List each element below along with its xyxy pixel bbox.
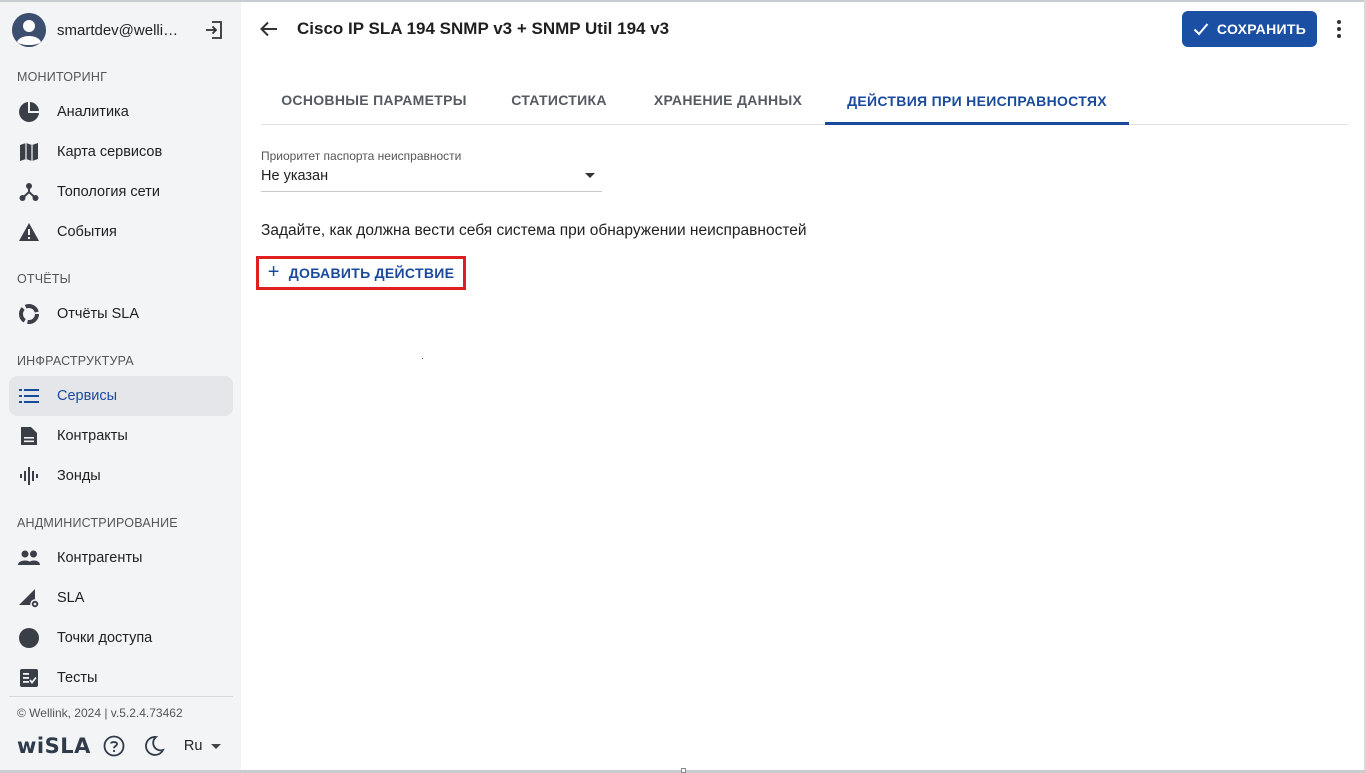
sidebar-footer: wiSLA Ru (17, 730, 227, 762)
user-profile[interactable]: smartdev@wellin... (0, 2, 241, 58)
tab-statistics[interactable]: СТАТИСТИКА (487, 76, 631, 124)
theme-toggle-button[interactable] (143, 735, 165, 757)
warning-icon (18, 221, 40, 243)
sidebar-item-label: Контрагенты (57, 550, 143, 566)
sidebar-item-counterparties[interactable]: Контрагенты (9, 538, 233, 578)
tab-basic-parameters[interactable]: ОСНОВНЫЕ ПАРАМЕТРЫ (261, 76, 487, 124)
sidebar-divider (9, 696, 233, 697)
logout-icon (206, 21, 222, 39)
plus-icon: + (267, 260, 280, 283)
sidebar: smartdev@wellin... МОНИТОРИНГ Аналитика … (0, 2, 241, 770)
logout-button[interactable] (203, 19, 225, 41)
list-icon (18, 385, 40, 407)
chevron-down-icon (211, 743, 222, 749)
donut-icon (18, 303, 40, 325)
pie-chart-icon (18, 101, 40, 123)
sidebar-item-sla[interactable]: SLA (9, 578, 233, 618)
checklist-icon (18, 667, 40, 689)
circle-icon (18, 627, 40, 649)
language-select[interactable]: Ru (184, 738, 222, 754)
sidebar-item-label: Аналитика (57, 104, 129, 120)
sidebar-item-label: Тесты (57, 670, 98, 686)
chevron-down-icon (585, 173, 595, 178)
section-title-infrastructure: ИНФРАСТРУКТУРА (17, 354, 134, 368)
waveform-icon (18, 465, 40, 487)
sidebar-item-probes[interactable]: Зонды (9, 456, 233, 496)
copyright-text: © Wellink, 2024 | v.5.2.4.73462 (17, 706, 183, 720)
stray-dot (422, 358, 423, 359)
map-icon (18, 141, 40, 163)
sidebar-item-service-map[interactable]: Карта сервисов (9, 132, 233, 172)
add-action-button[interactable]: + ДОБАВИТЬ ДЕЙСТВИЕ (256, 256, 466, 290)
sidebar-item-label: Зонды (57, 468, 101, 484)
tab-fault-actions[interactable]: ДЕЙСТВИЯ ПРИ НЕИСПРАВНОСТЯХ (825, 76, 1129, 125)
topology-icon (18, 181, 40, 203)
back-button[interactable] (258, 18, 280, 40)
sidebar-item-access-points[interactable]: Точки доступа (9, 618, 233, 658)
save-button-label: СОХРАНИТЬ (1216, 21, 1307, 37)
sidebar-item-topology[interactable]: Топология сети (9, 172, 233, 212)
moon-icon (144, 736, 165, 756)
language-value: Ru (183, 738, 203, 754)
fault-actions-description: Задайте, как должна вести себя система п… (261, 222, 807, 239)
sidebar-item-label: События (57, 224, 117, 240)
priority-select[interactable]: Приоритет паспорта неисправности Не указ… (261, 148, 602, 192)
user-email: smartdev@wellin... (57, 21, 182, 39)
tabs-bar: ОСНОВНЫЕ ПАРАМЕТРЫ СТАТИСТИКА ХРАНЕНИЕ Д… (261, 76, 1348, 125)
help-icon (103, 735, 125, 757)
sidebar-item-label: Топология сети (57, 184, 160, 200)
more-options-button[interactable] (1329, 17, 1349, 41)
sla-settings-icon (18, 587, 40, 609)
save-button[interactable]: СОХРАНИТЬ (1182, 11, 1317, 47)
user-avatar-icon (12, 13, 46, 47)
check-icon (1193, 22, 1209, 36)
section-title-reports: ОТЧЁТЫ (17, 272, 71, 286)
help-button[interactable] (103, 735, 125, 757)
sidebar-item-label: Карта сервисов (57, 144, 163, 160)
sidebar-item-tests[interactable]: Тесты (9, 658, 233, 698)
priority-select-value: Не указан (261, 168, 329, 184)
sidebar-item-contracts[interactable]: Контракты (9, 416, 233, 456)
sidebar-item-label: Точки доступа (57, 630, 153, 646)
document-icon (18, 425, 40, 447)
sidebar-item-services[interactable]: Сервисы (9, 376, 233, 416)
more-vert-icon (1337, 20, 1341, 24)
sidebar-item-label: Отчёты SLA (57, 306, 140, 322)
people-icon (18, 547, 40, 569)
arrow-left-icon (260, 21, 277, 37)
section-title-monitoring: МОНИТОРИНГ (17, 70, 108, 84)
page-title: Cisco IP SLA 194 SNMP v3 + SNMP Util 194… (297, 19, 670, 38)
sidebar-item-events[interactable]: События (9, 212, 233, 252)
sidebar-item-sla-reports[interactable]: Отчёты SLA (9, 294, 233, 334)
priority-select-label: Приоритет паспорта неисправности (261, 149, 462, 163)
sidebar-item-label: Контракты (57, 428, 128, 444)
sidebar-item-label: Сервисы (57, 388, 118, 404)
sidebar-item-analytics[interactable]: Аналитика (9, 92, 233, 132)
tab-data-storage[interactable]: ХРАНЕНИЕ ДАННЫХ (631, 76, 825, 124)
avatar[interactable] (12, 13, 46, 47)
resize-handle[interactable] (681, 768, 686, 773)
sidebar-item-label: SLA (57, 590, 85, 606)
wisla-logo: wiSLA (17, 734, 91, 758)
section-title-administration: АНДМИНИСТРИРОВАНИЕ (17, 516, 178, 530)
add-action-label: ДОБАВИТЬ ДЕЙСТВИЕ (288, 265, 455, 281)
